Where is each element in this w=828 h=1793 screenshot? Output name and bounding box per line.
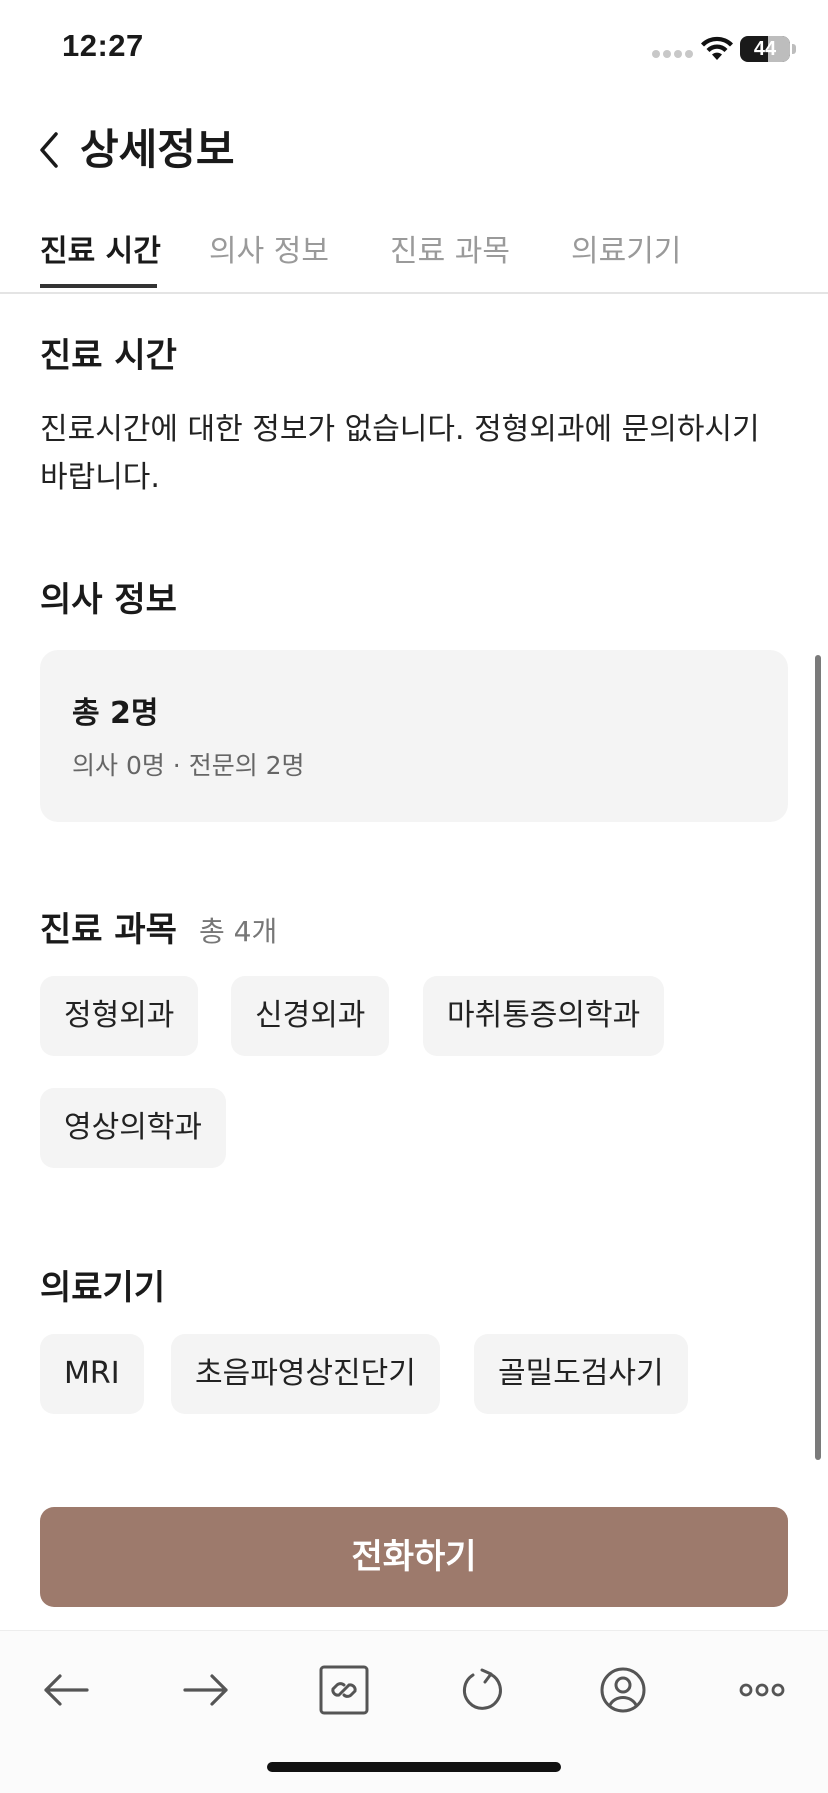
call-button[interactable]: 전화하기 bbox=[40, 1507, 788, 1607]
battery-nub bbox=[792, 44, 796, 54]
doctors-section-title: 의사 정보 bbox=[40, 580, 177, 620]
status-bar: 12:27 44 bbox=[0, 0, 828, 100]
tab-doctors[interactable]: 의사 정보 bbox=[209, 232, 329, 272]
back-button[interactable] bbox=[24, 120, 74, 180]
cellular-signal-icon bbox=[652, 50, 693, 58]
refresh-icon bbox=[462, 1668, 502, 1710]
equipment-chip[interactable]: 골밀도검사기 bbox=[474, 1334, 688, 1414]
link-icon bbox=[319, 1665, 369, 1715]
departments-section-title: 진료 과목 총 4개 bbox=[40, 908, 277, 954]
back-arrow-button[interactable] bbox=[31, 1655, 101, 1725]
profile-button[interactable] bbox=[588, 1655, 658, 1725]
tab-equipment[interactable]: 의료기기 bbox=[571, 232, 681, 272]
department-chip[interactable]: 영상의학과 bbox=[40, 1088, 226, 1168]
scrollbar-thumb[interactable] bbox=[815, 655, 821, 1460]
home-indicator bbox=[267, 1762, 561, 1772]
doctor-breakdown: 의사 0명 · 전문의 2명 bbox=[72, 751, 305, 780]
chevron-left-icon bbox=[40, 132, 58, 168]
page-title: 상세정보 bbox=[80, 125, 235, 174]
doctor-info-card: 총 2명 의사 0명 · 전문의 2명 bbox=[40, 650, 788, 822]
hours-section-title: 진료 시간 bbox=[40, 336, 177, 376]
equipment-section-title: 의료기기 bbox=[40, 1268, 166, 1308]
departments-count: 총 4개 bbox=[198, 915, 278, 948]
tab-departments[interactable]: 진료 과목 bbox=[390, 232, 510, 272]
departments-title-text: 진료 과목 bbox=[40, 910, 177, 950]
back-arrow-icon bbox=[44, 1674, 89, 1706]
battery-level: 44 bbox=[753, 38, 777, 60]
battery-icon: 44 bbox=[740, 36, 790, 62]
wifi-icon bbox=[701, 36, 733, 60]
more-icon bbox=[739, 1683, 785, 1697]
tab-bar: 진료 시간 의사 정보 진료 과목 의료기기 bbox=[0, 222, 828, 294]
department-chip[interactable]: 신경외과 bbox=[231, 976, 390, 1056]
status-time: 12:27 bbox=[62, 28, 144, 63]
doctor-total: 총 2명 bbox=[72, 696, 159, 731]
hours-info-text: 진료시간에 대한 정보가 없습니다. 정형외과에 문의하시기 바랍니다. bbox=[40, 412, 760, 495]
more-button[interactable] bbox=[727, 1655, 797, 1725]
forward-arrow-button[interactable] bbox=[171, 1655, 241, 1725]
tab-hours[interactable]: 진료 시간 bbox=[40, 232, 161, 272]
header: 상세정보 bbox=[0, 110, 828, 190]
equipment-chip[interactable]: MRI bbox=[40, 1334, 144, 1414]
department-chip[interactable]: 정형외과 bbox=[40, 976, 199, 1056]
equipment-chip[interactable]: 초음파영상진단기 bbox=[171, 1334, 440, 1414]
link-button[interactable] bbox=[309, 1655, 379, 1725]
forward-arrow-icon bbox=[183, 1674, 228, 1706]
refresh-button[interactable] bbox=[448, 1655, 518, 1725]
profile-icon bbox=[600, 1667, 646, 1713]
department-chip[interactable]: 마취통증의학과 bbox=[423, 976, 665, 1056]
active-tab-indicator bbox=[40, 284, 157, 288]
